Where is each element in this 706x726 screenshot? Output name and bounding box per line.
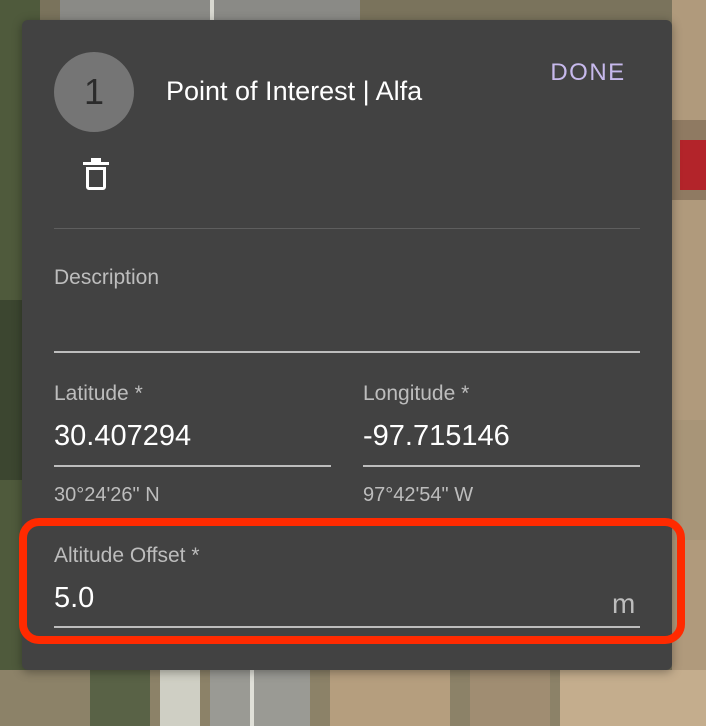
latitude-dms: 30°24'26" N xyxy=(54,484,160,506)
longitude-dms: 97°42'54" W xyxy=(363,484,474,506)
description-input[interactable] xyxy=(54,308,640,344)
latitude-label: Latitude * xyxy=(54,382,143,405)
latitude-input[interactable]: 30.407294 xyxy=(54,420,191,453)
poi-number: 1 xyxy=(83,71,105,112)
delete-button[interactable] xyxy=(74,152,118,196)
header-divider xyxy=(54,228,640,229)
altitude-offset-input[interactable]: 5.0 xyxy=(54,582,94,615)
longitude-input[interactable]: -97.715146 xyxy=(363,420,510,453)
trash-icon xyxy=(83,158,109,190)
altitude-offset-underline xyxy=(54,626,640,628)
latitude-underline xyxy=(54,465,331,467)
altitude-offset-label: Altitude Offset * xyxy=(54,544,200,567)
description-underline xyxy=(54,351,640,353)
poi-number-avatar: 1 xyxy=(54,52,134,132)
poi-edit-dialog: 1 Point of Interest | Alfa DONE Descript… xyxy=(22,20,672,670)
altitude-unit: m xyxy=(612,588,636,619)
longitude-underline xyxy=(363,465,640,467)
description-label: Description xyxy=(54,266,160,289)
poi-title: Point of Interest | Alfa xyxy=(166,76,423,106)
done-button[interactable]: DONE xyxy=(542,50,634,96)
longitude-label: Longitude * xyxy=(363,382,470,405)
